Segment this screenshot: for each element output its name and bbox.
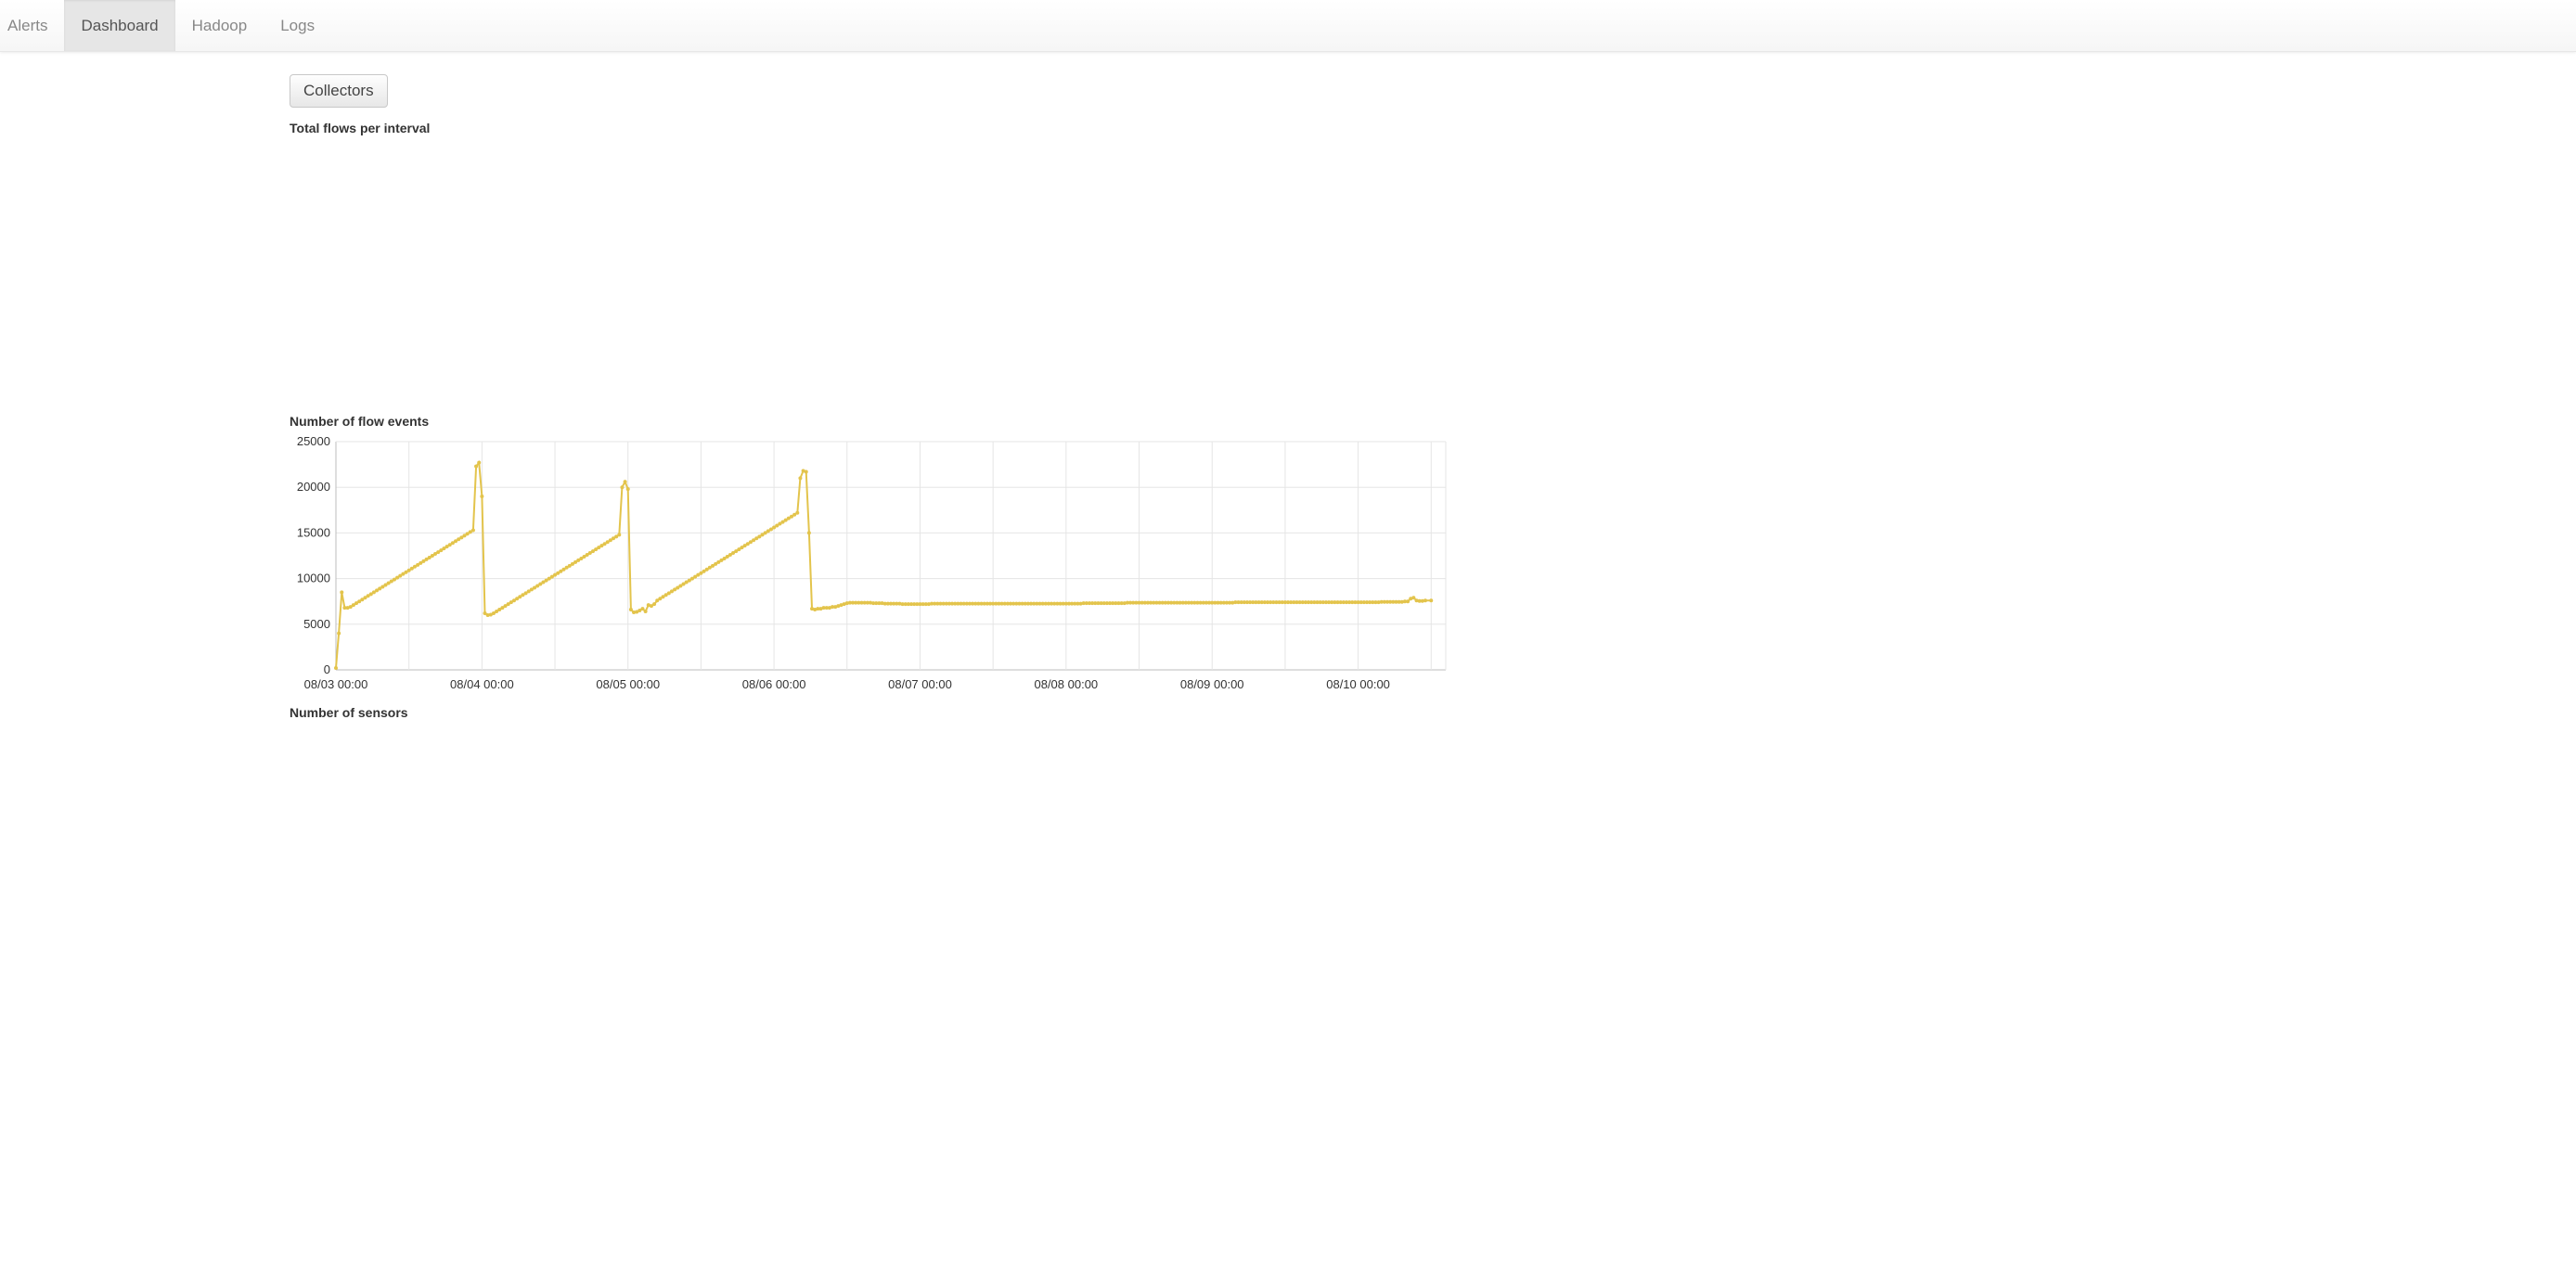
chart-flow-events: 0 5000 10000 15000 20000 25000 08/03 00:00 08/0… bbox=[290, 436, 2576, 696]
svg-text:20000: 20000 bbox=[297, 480, 330, 494]
tab-hadoop[interactable]: Hadoop bbox=[175, 0, 264, 51]
tab-dashboard[interactable]: Dashboard bbox=[64, 0, 174, 51]
svg-text:08/08 00:00: 08/08 00:00 bbox=[1034, 677, 1098, 691]
collectors-button[interactable]: Collectors bbox=[290, 74, 388, 108]
flow-events-chart: 0 5000 10000 15000 20000 25000 08/03 00:00 08/0… bbox=[290, 436, 1449, 696]
svg-text:08/04 00:00: 08/04 00:00 bbox=[450, 677, 514, 691]
svg-text:08/03 00:00: 08/03 00:00 bbox=[304, 677, 368, 691]
svg-text:5000: 5000 bbox=[303, 617, 330, 631]
svg-text:0: 0 bbox=[324, 662, 330, 676]
total-flows-label: Total flows per interval bbox=[290, 121, 2576, 135]
svg-text:08/10 00:00: 08/10 00:00 bbox=[1326, 677, 1390, 691]
svg-text:25000: 25000 bbox=[297, 436, 330, 448]
svg-text:10000: 10000 bbox=[297, 572, 330, 585]
flow-events-label: Number of flow events bbox=[290, 414, 2576, 429]
tab-logs[interactable]: Logs bbox=[264, 0, 331, 51]
content: Collectors Total flows per interval Numb… bbox=[0, 52, 2576, 720]
svg-text:08/07 00:00: 08/07 00:00 bbox=[888, 677, 952, 691]
tab-alerts[interactable]: Alerts bbox=[0, 0, 64, 51]
sensors-label: Number of sensors bbox=[290, 705, 2576, 720]
svg-text:08/09 00:00: 08/09 00:00 bbox=[1180, 677, 1244, 691]
svg-text:08/06 00:00: 08/06 00:00 bbox=[742, 677, 806, 691]
svg-text:15000: 15000 bbox=[297, 525, 330, 539]
navbar: Alerts Dashboard Hadoop Logs bbox=[0, 0, 2576, 52]
svg-text:08/05 00:00: 08/05 00:00 bbox=[596, 677, 660, 691]
